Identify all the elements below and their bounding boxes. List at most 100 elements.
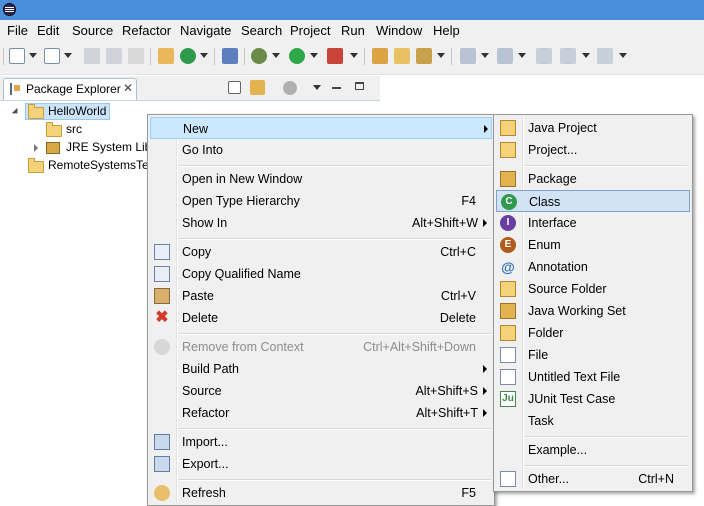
save-icon[interactable] bbox=[84, 48, 100, 64]
menu-item-java-working-set[interactable]: Java Working Set bbox=[496, 300, 690, 322]
menu-item-copy-qualified-name[interactable]: Copy Qualified Name bbox=[150, 263, 492, 285]
forward-icon[interactable] bbox=[597, 48, 613, 64]
search-dropdown-icon[interactable] bbox=[437, 53, 445, 58]
submenu-arrow-icon bbox=[483, 409, 487, 417]
menu-run[interactable]: Run bbox=[341, 23, 365, 38]
menu-item-new[interactable]: New bbox=[150, 117, 492, 139]
menu-item-folder[interactable]: Folder bbox=[496, 322, 690, 344]
maximize-icon[interactable] bbox=[355, 82, 364, 90]
menu-item-open-new-window[interactable]: Open in New Window bbox=[150, 168, 492, 190]
menu-navigate[interactable]: Navigate bbox=[180, 23, 231, 38]
skip-breakpoints-icon[interactable] bbox=[222, 48, 238, 64]
menu-item-paste[interactable]: Paste Ctrl+V bbox=[150, 285, 492, 307]
tree-item-remote[interactable]: RemoteSystemsTe bbox=[28, 157, 150, 175]
tree-item-jre[interactable]: JRE System Libr bbox=[46, 139, 150, 157]
open-folder-icon[interactable] bbox=[394, 48, 410, 64]
minimize-icon[interactable] bbox=[332, 87, 341, 89]
menu-item-source-folder[interactable]: Source Folder bbox=[496, 278, 690, 300]
new-icon[interactable] bbox=[9, 48, 25, 64]
menu-item-open-type-hierarchy[interactable]: Open Type Hierarchy F4 bbox=[150, 190, 492, 212]
external-tools-dropdown-icon[interactable] bbox=[350, 53, 358, 58]
menu-item-junit-test-case[interactable]: Ju JUnit Test Case bbox=[496, 388, 690, 410]
new-class-icon[interactable] bbox=[180, 48, 196, 64]
view-menu-icon[interactable] bbox=[313, 85, 321, 90]
menu-source[interactable]: Source bbox=[72, 23, 113, 38]
menu-item-package[interactable]: Package bbox=[496, 168, 690, 190]
next-annotation-icon[interactable] bbox=[460, 48, 476, 64]
next-annotation-dropdown-icon[interactable] bbox=[481, 53, 489, 58]
previous-annotation-dropdown-icon[interactable] bbox=[518, 53, 526, 58]
menu-item-file[interactable]: File bbox=[496, 344, 690, 366]
working-set-icon bbox=[500, 303, 516, 319]
menu-item-label: Project... bbox=[528, 143, 578, 157]
previous-annotation-icon[interactable] bbox=[497, 48, 513, 64]
tree-item-helloworld[interactable]: HelloWorld bbox=[28, 103, 138, 121]
menu-separator bbox=[525, 465, 687, 467]
menu-item-project[interactable]: Project... bbox=[496, 139, 690, 161]
menu-item-import[interactable]: Import... bbox=[150, 431, 492, 453]
back-dropdown-icon[interactable] bbox=[582, 53, 590, 58]
new-package-dropdown-icon[interactable] bbox=[64, 53, 72, 58]
copy-qualified-name-icon bbox=[154, 266, 170, 282]
menu-edit[interactable]: Edit bbox=[37, 23, 59, 38]
menu-item-refactor[interactable]: Refactor Alt+Shift+T bbox=[150, 402, 492, 424]
menu-item-task[interactable]: Task bbox=[496, 410, 690, 432]
menu-item-other[interactable]: Other... Ctrl+N bbox=[496, 468, 690, 490]
shortcut-label: Alt+Shift+S bbox=[415, 384, 478, 398]
menu-item-label: Task bbox=[528, 414, 554, 428]
menu-item-untitled-text-file[interactable]: Untitled Text File bbox=[496, 366, 690, 388]
close-icon[interactable]: ✕ bbox=[123, 81, 133, 95]
title-bar bbox=[0, 0, 704, 20]
java-project-icon bbox=[500, 120, 516, 136]
menu-item-class[interactable]: C Class bbox=[496, 190, 690, 212]
menu-item-annotation[interactable]: @ Annotation bbox=[496, 256, 690, 278]
save-all-icon[interactable] bbox=[106, 48, 122, 64]
menu-item-example[interactable]: Example... bbox=[496, 439, 690, 461]
new-package-icon[interactable] bbox=[44, 48, 60, 64]
forward-dropdown-icon[interactable] bbox=[619, 53, 627, 58]
debug-dropdown-icon[interactable] bbox=[272, 53, 280, 58]
project-folder-icon bbox=[28, 104, 44, 119]
tab-package-explorer[interactable]: Package Explorer ✕ bbox=[3, 78, 137, 100]
open-type-icon[interactable] bbox=[372, 48, 388, 64]
link-with-editor-icon[interactable] bbox=[250, 80, 265, 95]
back-icon[interactable] bbox=[560, 48, 576, 64]
menu-item-remove-from-context[interactable]: Remove from Context Ctrl+Alt+Shift+Down bbox=[150, 336, 492, 358]
run-dropdown-icon[interactable] bbox=[310, 53, 318, 58]
expand-icon[interactable] bbox=[34, 144, 38, 152]
tree-item-src[interactable]: src bbox=[46, 121, 126, 139]
menu-project[interactable]: Project bbox=[290, 23, 330, 38]
run-icon[interactable] bbox=[289, 48, 305, 64]
menu-item-enum[interactable]: E Enum bbox=[496, 234, 690, 256]
menu-item-copy[interactable]: Copy Ctrl+C bbox=[150, 241, 492, 263]
search-icon[interactable] bbox=[416, 48, 432, 64]
menu-item-source[interactable]: Source Alt+Shift+S bbox=[150, 380, 492, 402]
menu-item-delete[interactable]: ✖ Delete Delete bbox=[150, 307, 492, 329]
menu-item-label: Class bbox=[529, 195, 561, 209]
menu-item-label: Show In bbox=[182, 216, 228, 230]
print-icon[interactable] bbox=[128, 48, 144, 64]
new-java-class-icon[interactable] bbox=[158, 48, 174, 64]
menu-search[interactable]: Search bbox=[241, 23, 282, 38]
submenu-arrow-icon bbox=[483, 387, 487, 395]
menu-window[interactable]: Window bbox=[376, 23, 422, 38]
run-external-tools-icon[interactable] bbox=[327, 48, 343, 64]
menu-item-java-project[interactable]: Java Project bbox=[496, 117, 690, 139]
menu-item-show-in[interactable]: Show In Alt+Shift+W bbox=[150, 212, 492, 234]
menu-refactor[interactable]: Refactor bbox=[122, 23, 171, 38]
last-edit-location-icon[interactable] bbox=[536, 48, 552, 64]
menu-help[interactable]: Help bbox=[433, 23, 460, 38]
collapse-all-icon[interactable] bbox=[228, 81, 241, 94]
menu-item-export[interactable]: Export... bbox=[150, 453, 492, 475]
new-class-dropdown-icon[interactable] bbox=[200, 53, 208, 58]
menu-file[interactable]: File bbox=[7, 23, 28, 38]
menu-item-go-into[interactable]: Go Into bbox=[150, 139, 492, 161]
debug-icon[interactable] bbox=[251, 48, 267, 64]
menu-item-interface[interactable]: I Interface bbox=[496, 212, 690, 234]
new-dropdown-icon[interactable] bbox=[29, 53, 37, 58]
focus-task-icon[interactable] bbox=[283, 81, 297, 95]
menu-item-refresh[interactable]: Refresh F5 bbox=[150, 482, 492, 504]
menu-separator bbox=[179, 333, 491, 335]
source-folder-icon bbox=[500, 281, 516, 297]
menu-item-build-path[interactable]: Build Path bbox=[150, 358, 492, 380]
